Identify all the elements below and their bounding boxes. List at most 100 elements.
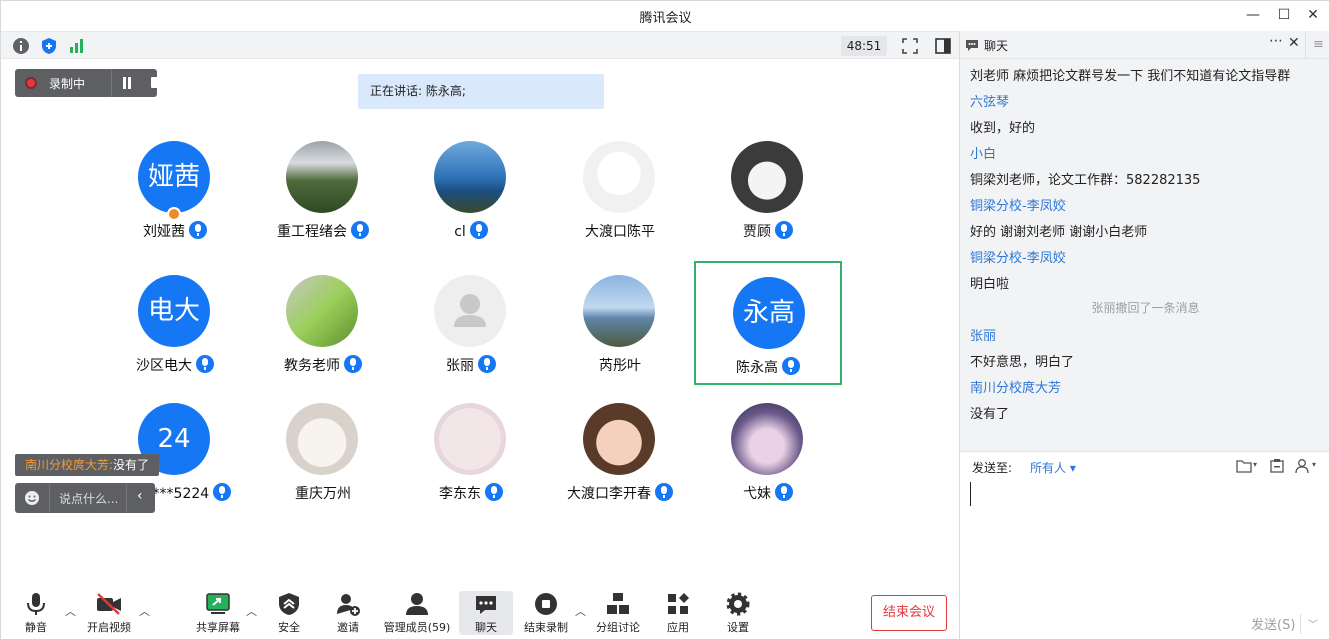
microphone-icon <box>485 483 503 501</box>
mute-button[interactable]: 静音 <box>4 589 68 635</box>
send-to-select[interactable]: 所有人 ▾ <box>1030 459 1076 476</box>
participant-name: 芮彤叶 <box>599 358 641 374</box>
share-options-caret-icon[interactable]: ︿ <box>246 603 257 619</box>
maximize-button[interactable]: ☐ <box>1272 5 1296 25</box>
participant-name: 教务老师 <box>284 358 340 374</box>
chat-message-list[interactable]: 刘老师 麻烦把论文群号发一下 我们不知道有论文指导群 六弦琴 收到，好的 小白 铜梁刘老… <box>960 59 1329 451</box>
minimize-button[interactable]: — <box>1241 5 1265 25</box>
shield-icon[interactable] <box>40 37 58 55</box>
file-caret-icon[interactable]: ▾ <box>1253 460 1257 469</box>
chat-popup-text: 没有了 <box>113 458 150 472</box>
participant-name-row: 重庆万州 <box>249 483 397 503</box>
chat-message-text: 不好意思，明白了 <box>970 355 1075 370</box>
close-chat-icon[interactable]: ✕ <box>1288 35 1300 51</box>
video-options-caret-icon[interactable]: ︿ <box>139 603 150 619</box>
participant-tile[interactable]: 张丽 <box>397 261 545 385</box>
participant-tile[interactable]: 芮彤叶 <box>546 261 694 385</box>
settings-button[interactable]: 设置 <box>706 589 770 635</box>
participant-tile[interactable]: 永高 陈永高 <box>694 261 842 385</box>
audio-options-caret-icon[interactable]: ︿ <box>65 603 76 619</box>
participant-tile[interactable]: 大渡口李开春 <box>546 389 694 513</box>
participant-tile[interactable]: 娅茜 刘娅茜 <box>101 127 249 251</box>
participant-tile[interactable]: 弋妹 <box>694 389 842 513</box>
chat-input[interactable] <box>960 481 1329 606</box>
signal-icon[interactable] <box>68 37 86 55</box>
participant-name-row: 李东东 <box>397 483 545 503</box>
panel-menu-icon[interactable]: ≡ <box>1305 31 1329 58</box>
chat-system-notice: 张丽撤回了一条消息 <box>1091 301 1200 315</box>
say-something-box[interactable]: 说点什么... ‹ <box>15 483 155 513</box>
user-icon[interactable] <box>1294 458 1310 474</box>
stop-recording-toolbar-button[interactable]: 结束录制 <box>514 589 578 635</box>
divider <box>111 69 112 97</box>
pause-recording-button[interactable] <box>121 77 133 89</box>
record-options-caret-icon[interactable]: ︿ <box>575 603 586 619</box>
chat-popup[interactable]: 南川分校庹大芳:没有了 <box>15 454 160 476</box>
chat-popup-sender: 南川分校庹大芳: <box>25 458 114 472</box>
security-button[interactable]: 安全 <box>257 589 321 635</box>
file-icon[interactable] <box>1235 458 1253 474</box>
end-meeting-button[interactable]: 结束会议 <box>871 595 947 631</box>
meeting-timer: 48:51 <box>841 36 887 56</box>
invite-button[interactable]: 邀请 <box>316 589 380 635</box>
meeting-window: 腾讯会议 — ☐ ✕ 48:51 录制中 正在讲话: 陈永高; 娅茜 刘娅茜 重工程… <box>0 0 1329 639</box>
chat-header: 聊天 ⋯ ✕ ≡ <box>960 31 1329 59</box>
participant-tile[interactable]: 大渡口陈平 <box>546 127 694 251</box>
chat-message-text: 明白啦 <box>970 277 1010 292</box>
apps-button[interactable]: 应用 <box>646 589 710 635</box>
microphone-icon <box>655 483 673 501</box>
chat-sender-name[interactable]: 铜梁分校-李凤姣 <box>970 247 1066 266</box>
chat-message-text: 收到，好的 <box>970 121 1036 136</box>
participant-name: 陈永高 <box>736 360 778 376</box>
chat-label: 聊天 <box>475 621 497 634</box>
participant-tile[interactable]: 贾顾 <box>694 127 842 251</box>
manage-members-button[interactable]: 管理成员(59) <box>379 589 455 635</box>
emoji-icon[interactable] <box>24 490 40 506</box>
participant-name-row: 张丽 <box>397 355 545 375</box>
chat-sender-name[interactable]: 六弦琴 <box>970 91 1009 110</box>
participant-avatar: 电大 <box>138 275 210 347</box>
participant-tile[interactable]: 重工程绪会 <box>249 127 397 251</box>
participant-name: 李东东 <box>439 486 481 502</box>
participant-tile[interactable]: 电大 沙区电大 <box>101 261 249 385</box>
more-options-icon[interactable]: ⋯ <box>1269 33 1283 49</box>
bottom-toolbar: 静音 ︿ 开启视频 ︿ 共享屏幕 ︿ 安全 邀请 管理成员(59) 聊天 结束录… <box>1 581 959 639</box>
participant-tile[interactable]: 李东东 <box>397 389 545 513</box>
share-screen-button[interactable]: 共享屏幕 <box>186 589 250 635</box>
chat-bubble-icon <box>966 40 978 51</box>
send-to-row: 发送至: 所有人 ▾ ▾ ▾ <box>960 451 1329 481</box>
chat-sender-name[interactable]: 铜梁分校-李凤姣 <box>970 195 1066 214</box>
participant-name: 沙区电大 <box>136 358 192 374</box>
security-label: 安全 <box>278 621 300 634</box>
start-video-button[interactable]: 开启视频 <box>77 589 141 635</box>
user-caret-icon[interactable]: ▾ <box>1312 460 1316 469</box>
chat-sender-name[interactable]: 小白 <box>970 143 996 162</box>
announcement-icon[interactable] <box>1269 458 1285 474</box>
participant-name: cl <box>454 224 466 240</box>
chat-sender-name[interactable]: 南川分校庹大芳 <box>970 377 1061 396</box>
participant-tile[interactable]: 教务老师 <box>249 261 397 385</box>
participant-avatar <box>286 275 358 347</box>
collapse-chevron-icon[interactable]: ‹ <box>137 488 143 504</box>
participant-tile[interactable]: cl <box>397 127 545 251</box>
close-button[interactable]: ✕ <box>1301 5 1325 25</box>
share-screen-icon <box>206 593 230 614</box>
participant-avatar <box>731 403 803 475</box>
video-off-icon <box>97 593 121 615</box>
chat-button[interactable]: 聊天 <box>459 591 513 635</box>
breakout-rooms-button[interactable]: 分组讨论 <box>586 589 650 635</box>
info-icon[interactable] <box>12 37 30 55</box>
layout-icon[interactable] <box>934 37 952 55</box>
breakout-icon <box>607 593 629 614</box>
breakout-label: 分组讨论 <box>596 621 640 634</box>
stop-recording-button[interactable] <box>151 77 162 88</box>
chat-sender-name[interactable]: 张丽 <box>970 325 996 344</box>
microphone-icon <box>344 355 362 373</box>
send-options-caret-icon[interactable]: ﹀ <box>1308 616 1318 631</box>
video-stage: 录制中 正在讲话: 陈永高; 娅茜 刘娅茜 重工程绪会 cl 大渡口陈平 贾顾 电大 沙区电大… <box>1 59 959 581</box>
title-bar: 腾讯会议 — ☐ ✕ <box>1 1 1329 31</box>
send-button[interactable]: 发送(S) <box>1251 614 1295 633</box>
default-user-icon <box>454 294 486 327</box>
participant-tile[interactable]: 重庆万州 <box>249 389 397 513</box>
fullscreen-icon[interactable] <box>901 37 919 55</box>
